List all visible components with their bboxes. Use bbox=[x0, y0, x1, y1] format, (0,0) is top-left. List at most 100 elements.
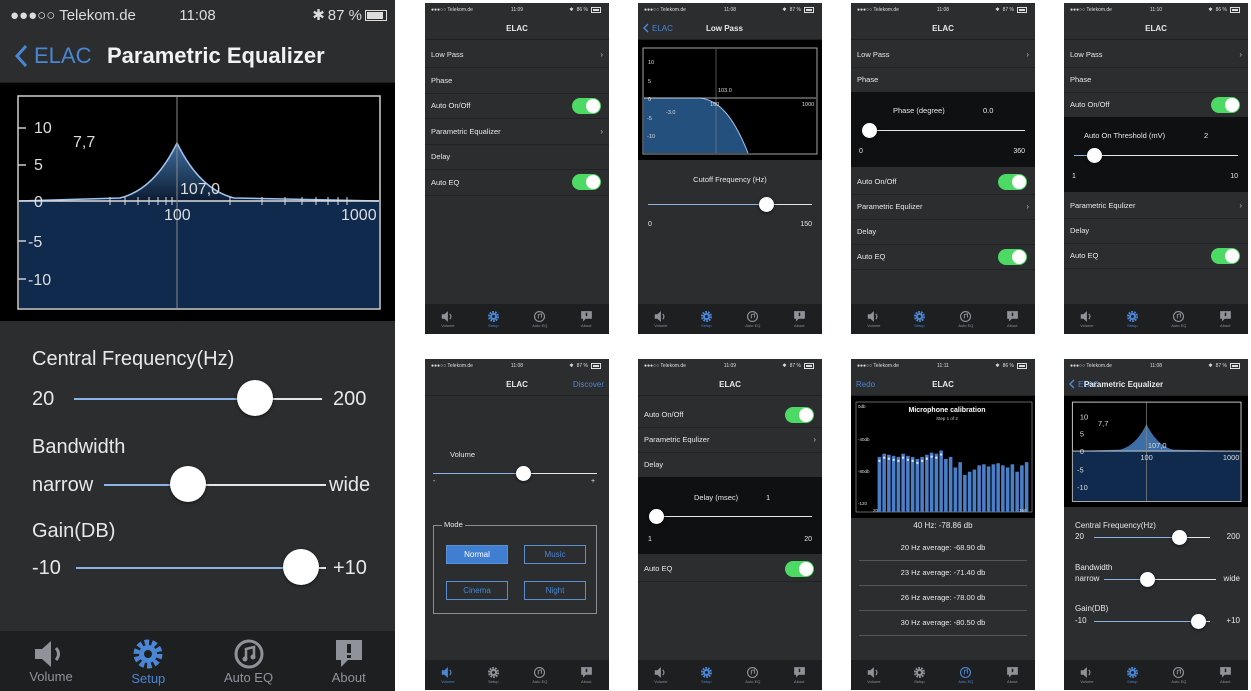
gain-slider[interactable] bbox=[76, 549, 326, 585]
bandwidth-title: Bandwidth bbox=[32, 436, 126, 458]
tab-about[interactable]: About bbox=[332, 638, 366, 685]
list-row-plain[interactable]: Phase bbox=[1064, 67, 1248, 93]
bandwidth-slider-knob[interactable] bbox=[170, 466, 207, 502]
tab-auto-eq[interactable]: Auto EQ bbox=[1171, 310, 1186, 328]
tab-volume[interactable]: Volume bbox=[867, 666, 881, 684]
tab-volume[interactable]: Volume bbox=[1080, 666, 1094, 684]
row-label: Auto On/Off bbox=[857, 177, 897, 186]
toggle-switch[interactable] bbox=[785, 560, 814, 577]
tab-auto-eq[interactable]: Auto EQ bbox=[1171, 666, 1186, 684]
list-row-chevron[interactable]: Low Pass › bbox=[425, 42, 609, 68]
list-row-plain[interactable]: Delay bbox=[638, 452, 822, 478]
tab-setup[interactable]: Setup bbox=[1126, 310, 1139, 328]
gain-slider-knob[interactable] bbox=[283, 549, 319, 585]
back-button[interactable]: ELAC bbox=[643, 23, 673, 33]
tab-bar: Volume Setup Auto EQ About bbox=[851, 660, 1035, 690]
mode-button-music[interactable]: Music bbox=[524, 545, 586, 564]
speaker-icon bbox=[1081, 667, 1091, 678]
speech-bubble-icon bbox=[793, 311, 805, 322]
result-row: 26 Hz average: -78.00 db bbox=[859, 586, 1027, 611]
tab-about[interactable]: About bbox=[1006, 666, 1019, 684]
tab-about[interactable]: About bbox=[580, 666, 593, 684]
discover-button[interactable]: Discover bbox=[573, 380, 604, 389]
tab-setup[interactable]: Setup bbox=[700, 310, 713, 328]
tab-setup[interactable]: Setup bbox=[913, 310, 926, 328]
list-row-chevron[interactable]: Parametric Equlizer › bbox=[638, 427, 822, 453]
cutoff-frequency-slider-knob[interactable] bbox=[759, 197, 775, 212]
tab-about[interactable]: About bbox=[793, 310, 806, 328]
central-frequency-slider-knob[interactable] bbox=[237, 380, 274, 416]
tab-auto-eq[interactable]: Auto EQ bbox=[224, 638, 273, 685]
central-frequency-slider[interactable] bbox=[74, 380, 322, 416]
toggle-switch[interactable] bbox=[572, 174, 601, 190]
list-row-chevron[interactable]: Parametric Equlizer › bbox=[1064, 193, 1248, 219]
toggle-switch[interactable] bbox=[1211, 96, 1240, 113]
tab-volume[interactable]: Volume bbox=[441, 310, 455, 328]
mini-central-frequency-slider-knob[interactable] bbox=[1171, 530, 1187, 545]
list-row-chevron[interactable]: Parametric Equlizer › bbox=[851, 194, 1035, 220]
tab-setup[interactable]: Setup bbox=[487, 666, 500, 684]
list-row-chevron[interactable]: Parametric Equalizer › bbox=[425, 119, 609, 145]
list-row-plain[interactable]: Delay bbox=[1064, 218, 1248, 244]
phone-auto-eq: ●●●○○ Telekom.de 11:11 ✱ 86 % ELAC Redo Microp… bbox=[851, 359, 1035, 690]
mode-button-normal[interactable]: Normal bbox=[446, 545, 508, 564]
mode-button-night[interactable]: Night bbox=[524, 581, 586, 600]
list-row-plain[interactable]: Delay bbox=[851, 219, 1035, 245]
volume-slider-knob[interactable] bbox=[516, 466, 532, 481]
row-label: Low Pass bbox=[857, 50, 890, 59]
tab-volume[interactable]: Volume bbox=[441, 666, 455, 684]
tab-setup[interactable]: Setup bbox=[487, 310, 500, 328]
list-row-plain[interactable]: Phase bbox=[425, 68, 609, 94]
navigation-bar: ELAC Discover bbox=[425, 373, 609, 396]
list-row-chevron[interactable]: Low Pass › bbox=[851, 42, 1035, 68]
calibration-bar bbox=[958, 462, 962, 512]
list-row-toggle[interactable]: Auto On/Off bbox=[638, 402, 822, 428]
list-row-toggle[interactable]: Auto EQ bbox=[425, 170, 609, 196]
delay-slider-knob[interactable] bbox=[649, 509, 664, 524]
tab-about[interactable]: About bbox=[580, 310, 593, 328]
tab-volume[interactable]: Volume bbox=[867, 310, 881, 328]
tab-volume[interactable]: Volume bbox=[1080, 310, 1094, 328]
tab-setup[interactable]: Setup bbox=[913, 666, 926, 684]
toggle-switch[interactable] bbox=[785, 406, 814, 423]
redo-button[interactable]: Redo bbox=[856, 380, 875, 389]
toggle-switch[interactable] bbox=[1211, 247, 1240, 264]
toggle-switch[interactable] bbox=[998, 248, 1027, 265]
tab-auto-eq[interactable]: Auto EQ bbox=[958, 310, 973, 328]
tab-auto-eq[interactable]: Auto EQ bbox=[532, 310, 547, 328]
mini-bandwidth-slider-knob[interactable] bbox=[1139, 572, 1155, 587]
list-row-toggle[interactable]: Auto EQ bbox=[1064, 243, 1248, 269]
phase-slider-knob[interactable] bbox=[862, 123, 877, 138]
tab-volume[interactable]: Volume bbox=[29, 639, 73, 684]
tab-auto-eq[interactable]: Auto EQ bbox=[745, 310, 760, 328]
toggle-switch[interactable] bbox=[572, 97, 601, 114]
tab-setup[interactable]: Setup bbox=[700, 666, 713, 684]
list-row-toggle[interactable]: Auto EQ bbox=[638, 556, 822, 582]
list-row-chevron[interactable]: Low Pass › bbox=[1064, 42, 1248, 68]
bandwidth-slider[interactable] bbox=[104, 466, 326, 502]
tab-auto-eq[interactable]: Auto EQ bbox=[532, 666, 547, 684]
tab-label: Setup bbox=[914, 323, 925, 328]
tab-volume[interactable]: Volume bbox=[654, 666, 668, 684]
tab-setup[interactable]: Setup bbox=[1126, 666, 1139, 684]
tab-about[interactable]: About bbox=[793, 666, 806, 684]
list-row-toggle[interactable]: Auto On/Off bbox=[851, 169, 1035, 195]
tab-about[interactable]: About bbox=[1219, 666, 1232, 684]
tab-auto-eq[interactable]: Auto EQ bbox=[958, 666, 973, 684]
mini-gain-slider-knob[interactable] bbox=[1191, 614, 1207, 629]
list-row-plain[interactable]: Phase bbox=[851, 67, 1035, 93]
threshold-slider-knob[interactable] bbox=[1086, 148, 1102, 163]
tab-about[interactable]: About bbox=[1219, 310, 1232, 328]
list-row-toggle[interactable]: Auto On/Off bbox=[425, 93, 609, 119]
bandwidth-max: wide bbox=[329, 474, 371, 496]
tab-auto-eq[interactable]: Auto EQ bbox=[745, 666, 760, 684]
list-row-toggle[interactable]: Auto EQ bbox=[851, 244, 1035, 270]
tab-about[interactable]: About bbox=[1006, 310, 1019, 328]
tab-setup[interactable]: Setup bbox=[131, 637, 165, 686]
list-row-toggle[interactable]: Auto On/Off bbox=[1064, 92, 1248, 118]
tab-volume[interactable]: Volume bbox=[654, 310, 668, 328]
back-button[interactable]: ELAC bbox=[14, 43, 91, 69]
toggle-switch[interactable] bbox=[998, 173, 1027, 190]
list-row-plain[interactable]: Delay bbox=[425, 144, 609, 170]
mode-button-cinema[interactable]: Cinema bbox=[446, 581, 508, 600]
